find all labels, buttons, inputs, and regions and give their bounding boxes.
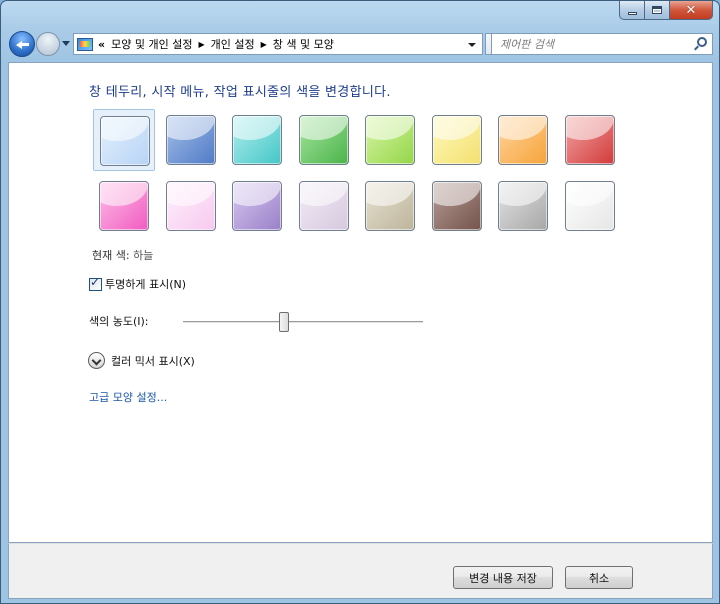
intensity-slider-thumb[interactable] — [278, 312, 289, 332]
color-swatch-fill — [165, 115, 216, 165]
breadcrumb-arrow-icon[interactable]: ▶ — [261, 40, 267, 49]
advanced-appearance-link[interactable]: 고급 모양 설정... — [89, 389, 167, 405]
color-swatch-fill — [298, 115, 349, 165]
color-swatch-sea[interactable] — [226, 109, 288, 171]
color-swatch-fill — [298, 181, 349, 231]
control-panel-icon — [77, 37, 93, 51]
color-swatch-leaf[interactable] — [293, 109, 355, 171]
minimize-button[interactable] — [619, 1, 645, 20]
breadcrumb-appearance[interactable]: 모양 및 개인 설정 — [111, 36, 192, 52]
color-swatch-fill — [431, 181, 482, 231]
intensity-slider-track[interactable] — [183, 321, 423, 324]
color-swatch-taupe[interactable] — [359, 175, 421, 237]
color-swatch-fill — [99, 181, 149, 231]
color-swatch-fill — [232, 115, 282, 165]
color-swatch-fill — [564, 181, 615, 231]
forward-button[interactable] — [36, 32, 60, 56]
caption-buttons: ✕ — [619, 1, 713, 21]
cancel-button[interactable]: 취소 — [565, 566, 633, 589]
current-color-text: 현재 색: 하늘 — [92, 247, 153, 263]
color-swatch-slate[interactable] — [492, 175, 554, 237]
navigation-bar: « 모양 및 개인 설정 ▶ 개인 설정 ▶ 창 색 및 모양 ↻ — [7, 28, 713, 60]
maximize-button[interactable] — [645, 1, 670, 20]
color-swatch-lime[interactable] — [359, 109, 421, 171]
color-swatch-violet[interactable] — [226, 175, 288, 237]
color-mixer-label[interactable]: 컬러 믹서 표시(X) — [111, 353, 195, 369]
address-bar[interactable]: « 모양 및 개인 설정 ▶ 개인 설정 ▶ 창 색 및 모양 — [73, 33, 483, 55]
color-swatch-tangerine[interactable] — [492, 109, 554, 171]
color-swatch-fill — [232, 181, 282, 231]
search-box[interactable] — [491, 33, 713, 55]
maximize-icon — [652, 6, 662, 14]
close-icon: ✕ — [685, 2, 697, 18]
color-swatch-fill — [564, 115, 615, 165]
close-button[interactable]: ✕ — [670, 1, 713, 20]
color-swatch-chocolate[interactable] — [426, 175, 488, 237]
content-pane: 창 테두리, 시작 메뉴, 작업 표시줄의 색을 변경합니다. 현재 색: 하늘… — [8, 62, 713, 543]
page-title: 창 테두리, 시작 메뉴, 작업 표시줄의 색을 변경합니다. — [89, 85, 391, 100]
personalization-window: ✕ « 모양 및 개인 설정 ▶ 개인 설정 ▶ 창 색 및 모양 ↻ 창 테두… — [0, 0, 720, 604]
color-swatch-ruby[interactable] — [559, 109, 621, 171]
current-color-label: 현재 색: — [92, 249, 130, 262]
minimize-icon — [627, 11, 637, 15]
save-changes-button[interactable]: 변경 내용 저장 — [453, 566, 553, 589]
color-swatch-blush[interactable] — [160, 175, 222, 237]
color-swatch-fill — [100, 116, 150, 166]
button-bar: 변경 내용 저장 취소 — [8, 543, 713, 599]
back-button[interactable] — [9, 31, 35, 57]
address-dropdown-icon[interactable] — [468, 43, 476, 47]
search-icon[interactable] — [697, 37, 707, 47]
color-swatch-fill — [365, 115, 415, 165]
breadcrumb-window-color[interactable]: 창 색 및 모양 — [273, 36, 334, 52]
current-color-value: 하늘 — [133, 249, 154, 262]
color-swatch-lemon[interactable] — [426, 109, 488, 171]
color-swatch-lavender[interactable] — [293, 175, 355, 237]
intensity-label: 색의 농도(I): — [89, 315, 149, 328]
color-swatch-sky[interactable] — [93, 109, 155, 171]
color-swatch-fill — [498, 115, 548, 165]
color-swatch-fill — [365, 181, 415, 231]
color-swatch-frost[interactable] — [559, 175, 621, 237]
color-swatch-fuchsia[interactable] — [93, 175, 155, 237]
color-swatch-fill — [165, 181, 216, 231]
recent-pages-dropdown[interactable] — [62, 41, 70, 46]
transparency-option[interactable]: 투명하게 표시(N) — [89, 275, 186, 292]
transparency-label[interactable]: 투명하게 표시(N) — [105, 276, 186, 292]
color-mixer-toggle[interactable]: 컬러 믹서 표시(X) — [88, 352, 195, 369]
search-input[interactable] — [500, 37, 680, 51]
breadcrumb-personalization[interactable]: 개인 설정 — [211, 36, 255, 52]
transparency-checkbox[interactable] — [89, 275, 102, 291]
color-swatch-fill — [431, 115, 482, 165]
breadcrumb-arrow-icon[interactable]: ▶ — [198, 40, 204, 49]
breadcrumb-overflow[interactable]: « — [98, 38, 105, 51]
color-swatch-fill — [498, 181, 548, 231]
expand-chevron-icon[interactable] — [88, 352, 105, 369]
color-swatch-twilight[interactable] — [160, 109, 222, 171]
